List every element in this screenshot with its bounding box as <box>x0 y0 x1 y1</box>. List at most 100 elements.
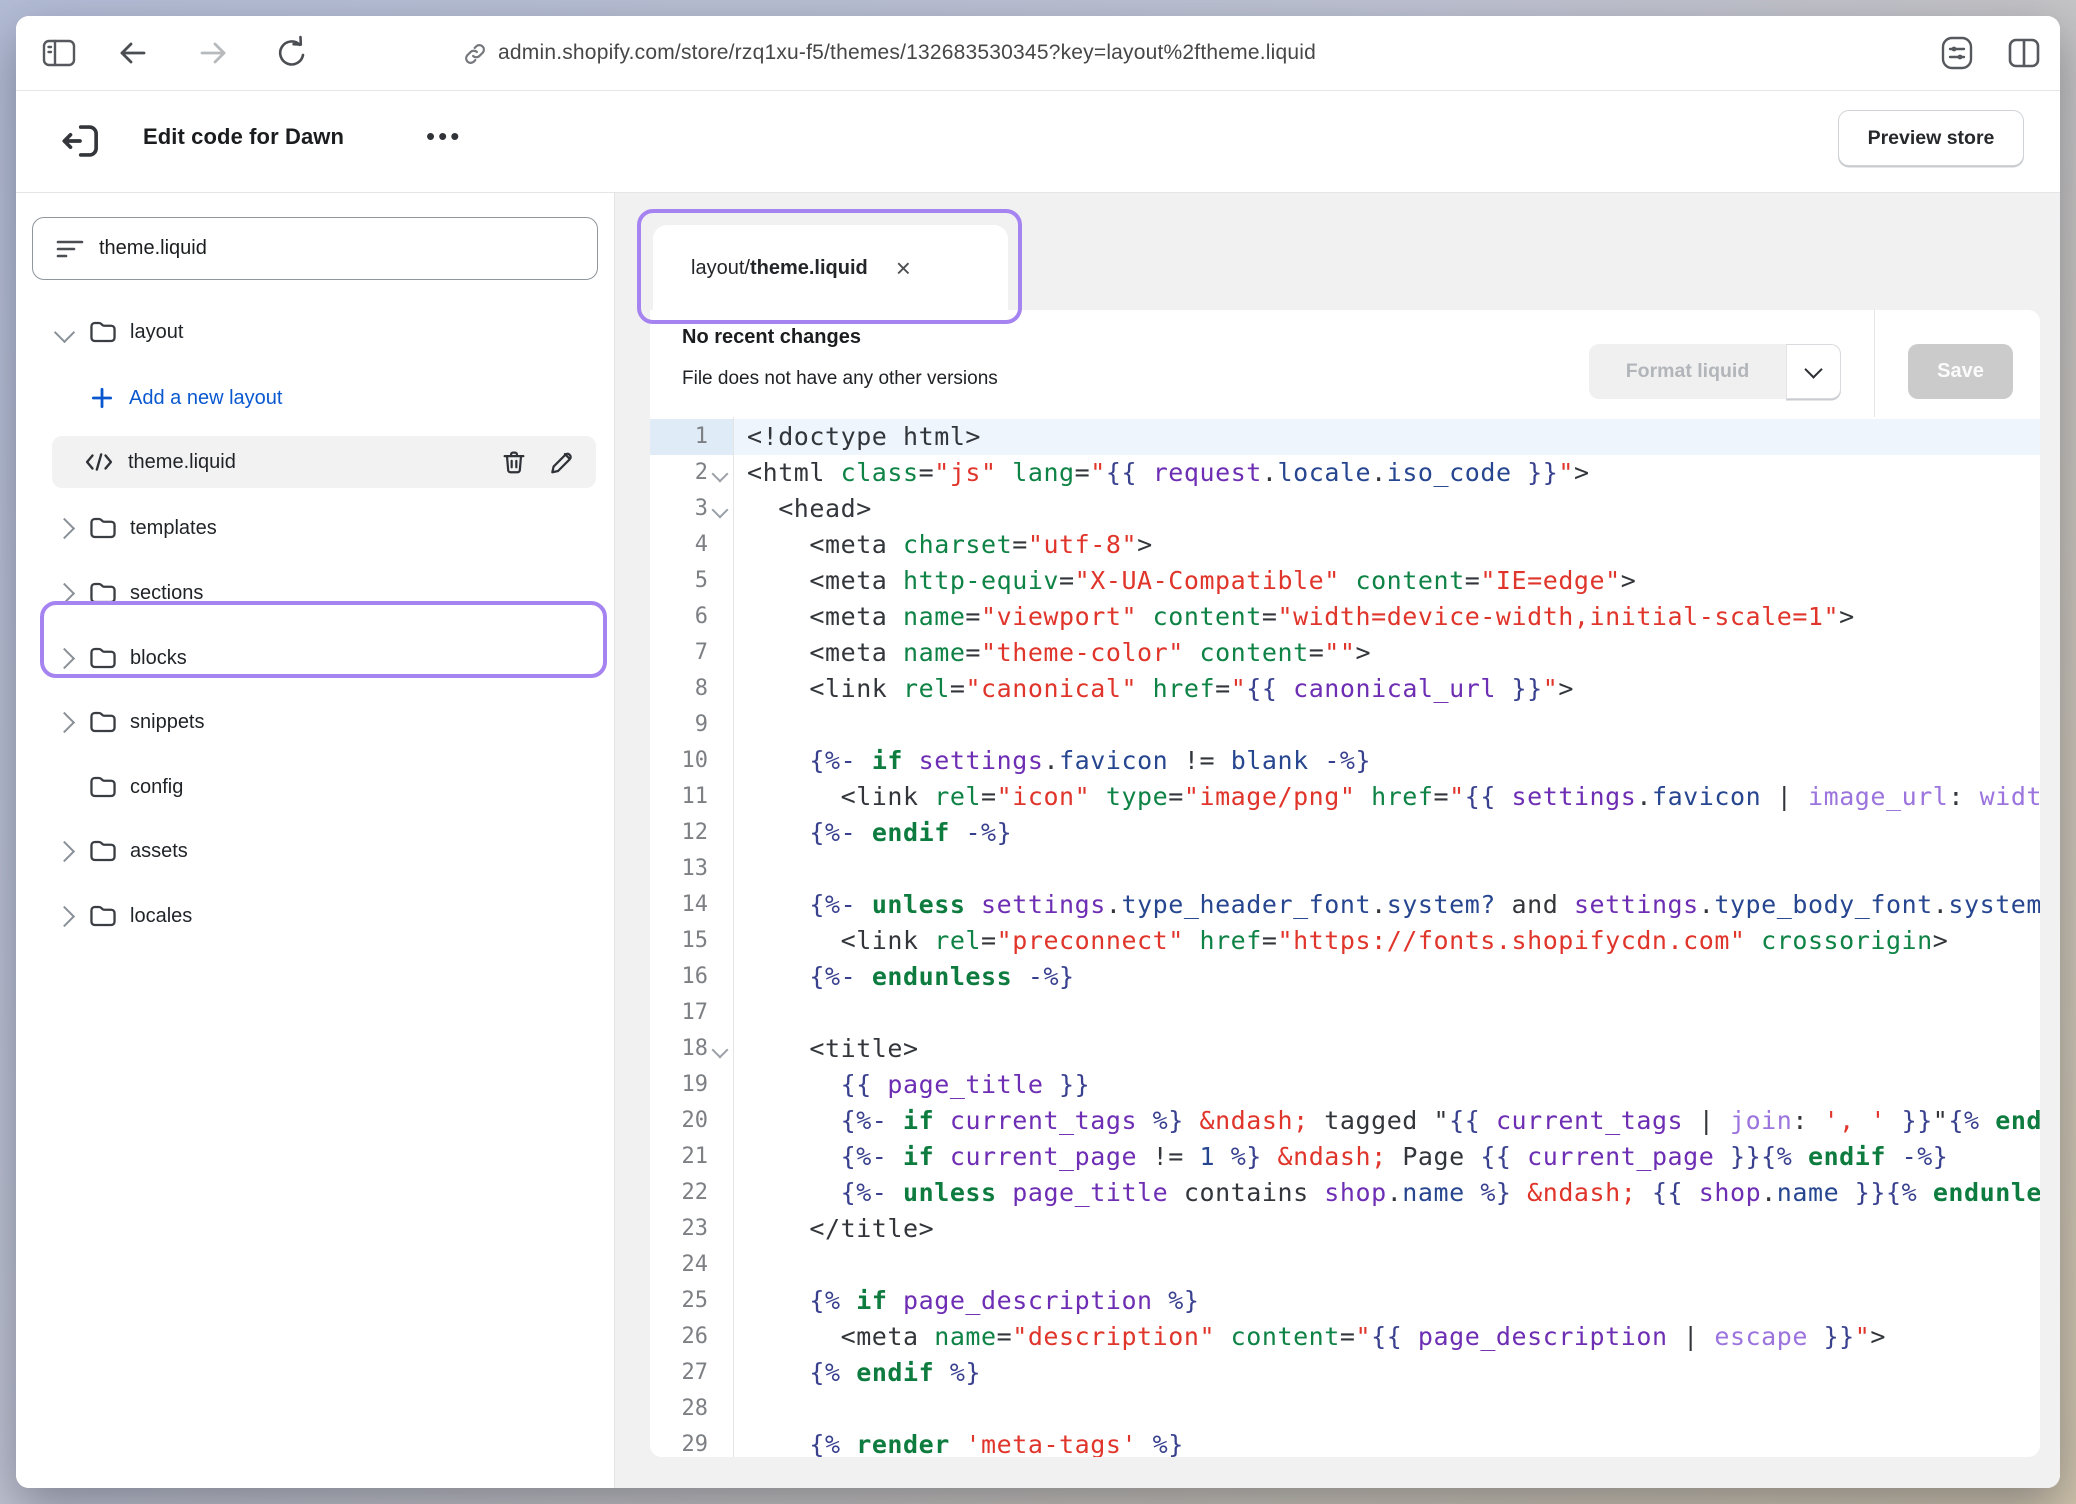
folder-label: locales <box>130 905 192 928</box>
chevron-right-icon <box>53 840 74 861</box>
folder-icon <box>88 579 118 607</box>
reload-icon[interactable] <box>274 34 310 72</box>
code-line[interactable]: {%- unless settings.type_header_font.sys… <box>747 887 2040 923</box>
code-line[interactable]: <head> <box>747 491 2040 527</box>
fold-chevron-icon[interactable] <box>712 502 729 519</box>
folder-icon <box>88 318 118 346</box>
back-icon[interactable] <box>116 36 150 70</box>
page-settings-icon[interactable] <box>1938 35 1976 71</box>
sidebar-toggle-icon[interactable] <box>42 37 76 69</box>
code-line[interactable]: <meta charset="utf-8"> <box>747 527 2040 563</box>
code-line[interactable]: <meta name="description" content="{{ pag… <box>747 1319 2040 1355</box>
tab-label: layout/theme.liquid <box>691 257 868 280</box>
sidebar-folder-snippets[interactable]: snippets <box>16 694 614 750</box>
code-line[interactable]: {%- if current_tags %} &ndash; tagged "{… <box>747 1103 2040 1139</box>
chevron-right-icon <box>53 905 74 926</box>
preview-store-button[interactable]: Preview store <box>1838 110 2024 166</box>
code-line[interactable]: <link rel="preconnect" href="https://fon… <box>747 923 2040 959</box>
code-line[interactable] <box>747 707 2040 743</box>
file-search[interactable] <box>32 217 598 280</box>
format-liquid-button[interactable]: Format liquid <box>1589 344 1841 399</box>
rename-file-icon[interactable] <box>542 442 582 482</box>
code-line[interactable]: {%- if settings.favicon != blank -%} <box>747 743 2040 779</box>
folder-label: templates <box>130 517 217 540</box>
add-layout-label: Add a new layout <box>129 387 282 410</box>
code-line[interactable]: {%- if current_page != 1 %} &ndash; Page… <box>747 1139 2040 1175</box>
code-line[interactable]: <!doctype html> <box>747 419 2040 455</box>
search-input[interactable] <box>97 236 597 261</box>
split-view-icon[interactable] <box>2006 36 2042 70</box>
line-number: 23 <box>650 1211 708 1247</box>
app-header: Edit code for Dawn ••• Preview store <box>16 91 2060 193</box>
exit-editor-icon[interactable] <box>58 120 102 162</box>
code-line[interactable]: <meta http-equiv="X-UA-Compatible" conte… <box>747 563 2040 599</box>
code-line[interactable] <box>747 995 2040 1031</box>
folder-icon <box>88 644 118 672</box>
code-line[interactable]: <meta name="viewport" content="width=dev… <box>747 599 2040 635</box>
line-number: 12 <box>650 815 708 851</box>
line-number: 21 <box>650 1139 708 1175</box>
delete-file-icon[interactable] <box>494 442 534 482</box>
header-divider <box>1874 310 1875 417</box>
line-number: 22 <box>650 1175 708 1211</box>
browser-window: admin.shopify.com/store/rzq1xu-f5/themes… <box>16 16 2060 1488</box>
sidebar-folder-blocks[interactable]: blocks <box>16 630 614 686</box>
sidebar-action-add-layout[interactable]: Add a new layout <box>16 370 614 426</box>
sidebar-folder-templates[interactable]: templates <box>16 500 614 556</box>
sidebar-folder-assets[interactable]: assets <box>16 823 614 879</box>
save-button[interactable]: Save <box>1908 344 2013 399</box>
more-actions-button[interactable]: ••• <box>418 117 470 156</box>
sidebar-folder-locales[interactable]: locales <box>16 888 614 944</box>
url-bar[interactable]: admin.shopify.com/store/rzq1xu-f5/themes… <box>498 16 1316 90</box>
fold-chevron-icon[interactable] <box>712 1042 729 1059</box>
line-number: 3 <box>650 491 708 527</box>
sidebar-file-theme.liquid[interactable]: theme.liquid <box>16 434 614 490</box>
code-line[interactable]: <title> <box>747 1031 2040 1067</box>
line-number: 16 <box>650 959 708 995</box>
format-dropdown-button[interactable] <box>1786 344 1841 399</box>
code-line[interactable]: {%- endif -%} <box>747 815 2040 851</box>
code-editor[interactable]: 1<!doctype html>2<html class="js" lang="… <box>650 417 2040 1457</box>
plus-icon <box>89 385 115 411</box>
code-line[interactable]: <link rel="canonical" href="{{ canonical… <box>747 671 2040 707</box>
chevron-right-icon <box>53 582 74 603</box>
status-subtitle: File does not have any other versions <box>682 368 998 390</box>
code-line[interactable]: {% endif %} <box>747 1355 2040 1391</box>
line-number: 27 <box>650 1355 708 1391</box>
editor-card-header: No recent changes File does not have any… <box>650 310 2040 418</box>
chevron-right-icon <box>53 647 74 668</box>
tab-close-icon[interactable]: × <box>896 255 911 281</box>
page-title: Edit code for Dawn <box>143 124 344 150</box>
selected-file-row[interactable]: theme.liquid <box>52 436 596 488</box>
code-line[interactable]: {% render 'meta-tags' %} <box>747 1427 2040 1457</box>
filter-icon <box>55 237 85 261</box>
code-line[interactable]: </title> <box>747 1211 2040 1247</box>
tab-theme-liquid[interactable]: layout/theme.liquid × <box>653 225 1008 311</box>
sidebar-folder-layout[interactable]: layout <box>16 304 614 360</box>
line-number: 29 <box>650 1427 708 1457</box>
code-line[interactable] <box>747 1391 2040 1427</box>
code-line[interactable]: <link rel="icon" type="image/png" href="… <box>747 779 2040 815</box>
folder-label: blocks <box>130 647 187 670</box>
fold-chevron-icon[interactable] <box>712 466 729 483</box>
code-line[interactable]: {%- unless page_title contains shop.name… <box>747 1175 2040 1211</box>
line-number: 7 <box>650 635 708 671</box>
code-line[interactable]: {%- endunless -%} <box>747 959 2040 995</box>
code-line[interactable]: <html class="js" lang="{{ request.locale… <box>747 455 2040 491</box>
line-number: 11 <box>650 779 708 815</box>
folder-label: sections <box>130 582 203 605</box>
line-number: 18 <box>650 1031 708 1067</box>
code-line[interactable]: <meta name="theme-color" content=""> <box>747 635 2040 671</box>
forward-icon[interactable] <box>196 36 230 70</box>
code-line[interactable]: {{ page_title }} <box>747 1067 2040 1103</box>
format-liquid-label[interactable]: Format liquid <box>1589 344 1786 399</box>
code-line[interactable] <box>747 851 2040 887</box>
sidebar-folder-config[interactable]: config <box>16 759 614 815</box>
line-number: 28 <box>650 1391 708 1427</box>
code-line[interactable] <box>747 1247 2040 1283</box>
folder-label: assets <box>130 840 188 863</box>
line-number: 19 <box>650 1067 708 1103</box>
code-line[interactable]: {% if page_description %} <box>747 1283 2040 1319</box>
sidebar-folder-sections[interactable]: sections <box>16 565 614 621</box>
folder-label: config <box>130 776 183 799</box>
